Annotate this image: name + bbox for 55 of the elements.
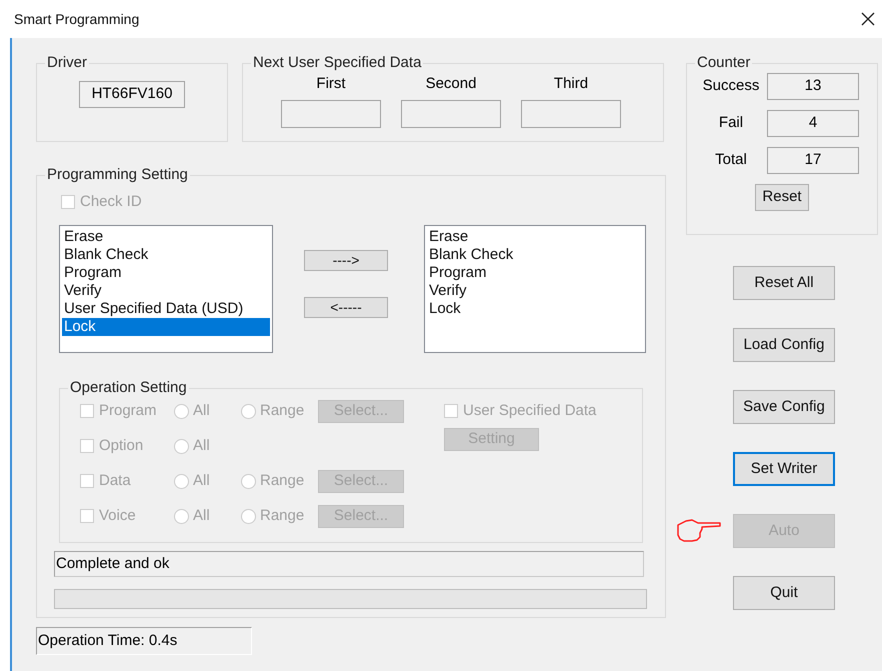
field-label: Third [554, 74, 588, 94]
list-item[interactable]: User Specified Data (USD) [62, 300, 270, 318]
operation-time: Operation Time: 0.4s [36, 627, 252, 655]
list-item[interactable]: Blank Check [427, 246, 643, 264]
counter-value: 13 [767, 72, 859, 100]
status-field: Complete and ok [54, 551, 644, 577]
radio-label: All [193, 470, 210, 491]
group-title: Programming Setting [47, 166, 188, 183]
input-field[interactable] [521, 100, 621, 128]
checkbox-label: Option [99, 436, 144, 456]
input-field[interactable] [281, 100, 381, 128]
counter-value: 4 [767, 110, 859, 136]
input-field[interactable] [401, 100, 501, 128]
checkbox-label: Check ID [80, 192, 142, 212]
action-button[interactable]: Quit [733, 576, 835, 610]
radio-label: All [193, 506, 210, 526]
field-label: Second [426, 74, 476, 94]
group-title: Operation Setting [70, 379, 187, 396]
action-button[interactable]: Reset All [733, 266, 835, 300]
list-item[interactable]: Erase [62, 228, 270, 246]
radio-label: Range [260, 400, 304, 421]
checkbox-label: Voice [99, 506, 136, 526]
group-title: Next User Specified Data [253, 54, 422, 71]
action-button[interactable]: Set Writer [733, 452, 835, 486]
group-title: Counter [697, 54, 750, 71]
field-label: First [316, 74, 346, 94]
action-button[interactable]: Load Config [733, 328, 835, 362]
counter-label: Fail [718, 112, 744, 133]
list-item[interactable]: Verify [427, 282, 643, 300]
counter-value: 17 [767, 146, 859, 174]
list-item[interactable]: Program [427, 264, 643, 282]
list-item[interactable]: Lock [427, 300, 643, 318]
checkbox-label: Data [99, 470, 131, 491]
list-item[interactable]: Blank Check [62, 246, 270, 264]
radio-label: All [193, 436, 210, 456]
checkbox-label: Program [99, 400, 157, 421]
list-item[interactable]: Verify [62, 282, 270, 300]
checkbox-label: User Specified Data [463, 400, 596, 420]
list-box[interactable]: Erase Blank Check Program Verify User Specified Data (USD) Lock [59, 225, 273, 353]
action-button[interactable]: Save Config [733, 390, 835, 424]
radio-label: All [193, 400, 210, 421]
reset-button[interactable]: Reset [755, 184, 809, 210]
radio-label: Range [260, 506, 304, 526]
counter-label: Total [714, 150, 748, 170]
remove-button[interactable]: <----- [304, 297, 388, 318]
list-item[interactable]: Erase [427, 228, 643, 246]
counter-label: Success [702, 76, 760, 96]
list-item[interactable]: Lock [62, 318, 270, 336]
add-button[interactable]: ----> [304, 250, 388, 271]
radio-label: Range [260, 470, 304, 491]
list-box[interactable]: Erase Blank Check Program Verify Lock [424, 225, 646, 353]
group-title: Driver [47, 54, 87, 71]
list-item[interactable]: Program [62, 264, 270, 282]
window-title: Smart Programming [14, 10, 140, 29]
driver-value: HT66FV160 [78, 80, 186, 108]
